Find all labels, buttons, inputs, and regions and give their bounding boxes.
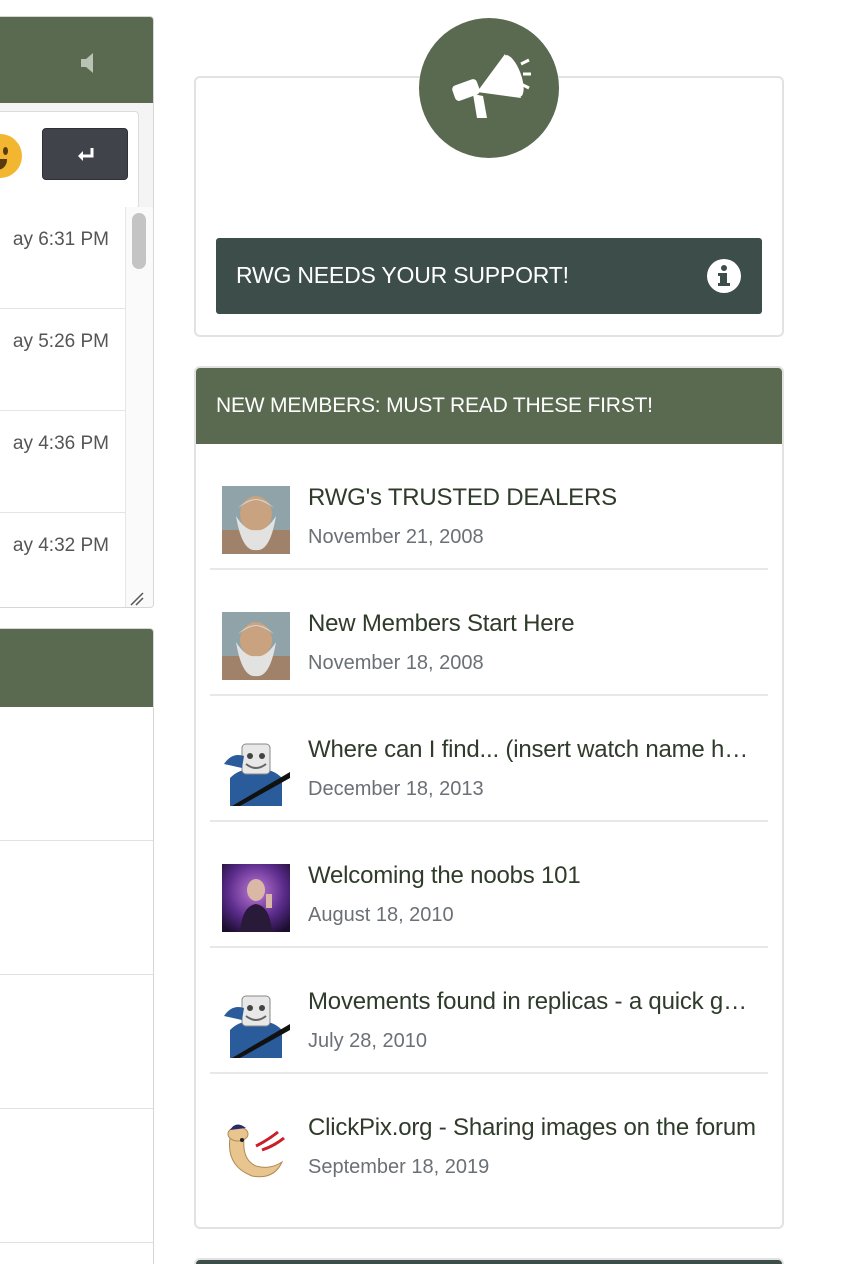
list-item[interactable]	[0, 841, 153, 975]
next-card-header	[194, 1258, 784, 1264]
avatar[interactable]	[222, 1116, 290, 1184]
thread-title-link[interactable]: New Members Start Here	[308, 610, 760, 638]
megaphone-icon	[452, 54, 531, 118]
support-banner-link[interactable]: RWG NEEDS YOUR SUPPORT!	[216, 238, 762, 314]
shout-timestamp: ay 6:31 PM	[12, 229, 109, 250]
speaker-mute-icon[interactable]	[79, 51, 101, 75]
avatar[interactable]	[222, 612, 290, 680]
info-circle-icon[interactable]	[706, 258, 742, 294]
thread-date: November 21, 2008	[308, 526, 484, 548]
avatar[interactable]	[222, 864, 290, 932]
new-members-header: NEW MEMBERS: MUST READ THESE FIRST!	[196, 368, 782, 444]
smiley-emoji-icon[interactable]	[0, 134, 22, 178]
list-item[interactable]	[0, 1109, 153, 1243]
send-button[interactable]	[42, 128, 128, 180]
left-secondary-panel	[0, 628, 154, 1264]
shoutbox-panel: ay 6:31 PM ay 5:26 PM ay 4:36 PM ay 4:32…	[0, 16, 154, 608]
shoutbox-scrollbar[interactable]	[125, 207, 153, 607]
thread-item[interactable]: Movements found in replicas - a quick gu…	[210, 948, 768, 1074]
shout-timestamp: ay 5:26 PM	[12, 331, 109, 352]
thread-item[interactable]: Welcoming the noobs 101 August 18, 2010	[210, 822, 768, 948]
thread-date: November 18, 2008	[308, 652, 484, 674]
avatar[interactable]	[222, 738, 290, 806]
list-item[interactable]	[0, 707, 153, 841]
thread-title-link[interactable]: Movements found in replicas - a quick gu…	[308, 988, 760, 1016]
thread-item[interactable]: New Members Start Here November 18, 2008	[210, 570, 768, 696]
avatar[interactable]	[222, 990, 290, 1058]
shout-message: ay 6:31 PM	[0, 207, 125, 309]
thread-title-link[interactable]: RWG's TRUSTED DEALERS	[308, 484, 760, 512]
new-members-card: NEW MEMBERS: MUST READ THESE FIRST! RWG'…	[194, 366, 784, 1229]
thread-date: August 18, 2010	[308, 904, 454, 926]
emoji-eye-right	[3, 147, 8, 155]
emoji-mouth	[0, 159, 7, 170]
megaphone-badge	[419, 18, 559, 158]
shout-timestamp: ay 4:32 PM	[12, 535, 109, 556]
resize-handle-icon[interactable]	[125, 587, 153, 607]
thread-item[interactable]: Where can I find... (insert watch name h…	[210, 696, 768, 822]
support-label: RWG NEEDS YOUR SUPPORT!	[236, 262, 569, 288]
avatar[interactable]	[222, 486, 290, 554]
thread-item[interactable]: ClickPix.org - Sharing images on the for…	[210, 1074, 768, 1200]
thread-date: September 18, 2019	[308, 1156, 490, 1178]
enter-return-icon	[78, 148, 94, 161]
shoutbox-input-row[interactable]	[0, 111, 139, 209]
thread-title-link[interactable]: ClickPix.org - Sharing images on the for…	[308, 1114, 760, 1142]
shoutbox-header	[0, 17, 153, 103]
new-members-title: NEW MEMBERS: MUST READ THESE FIRST!	[216, 394, 653, 417]
shoutbox-messages: ay 6:31 PM ay 5:26 PM ay 4:36 PM ay 4:32…	[0, 207, 125, 607]
shout-timestamp: ay 4:36 PM	[12, 433, 109, 454]
thread-date: July 28, 2010	[308, 1030, 427, 1052]
shout-message: ay 5:26 PM	[0, 309, 125, 411]
list-item[interactable]	[0, 975, 153, 1109]
shout-message: ay 4:36 PM	[0, 411, 125, 513]
scrollbar-thumb[interactable]	[132, 213, 146, 269]
thread-title-link[interactable]: Where can I find... (insert watch name h…	[308, 736, 760, 764]
left-secondary-header	[0, 629, 153, 707]
thread-date: December 18, 2013	[308, 778, 484, 800]
thread-item[interactable]: RWG's TRUSTED DEALERS November 21, 2008	[210, 444, 768, 570]
thread-title-link[interactable]: Welcoming the noobs 101	[308, 862, 760, 890]
shout-message: ay 4:32 PM	[0, 513, 125, 607]
